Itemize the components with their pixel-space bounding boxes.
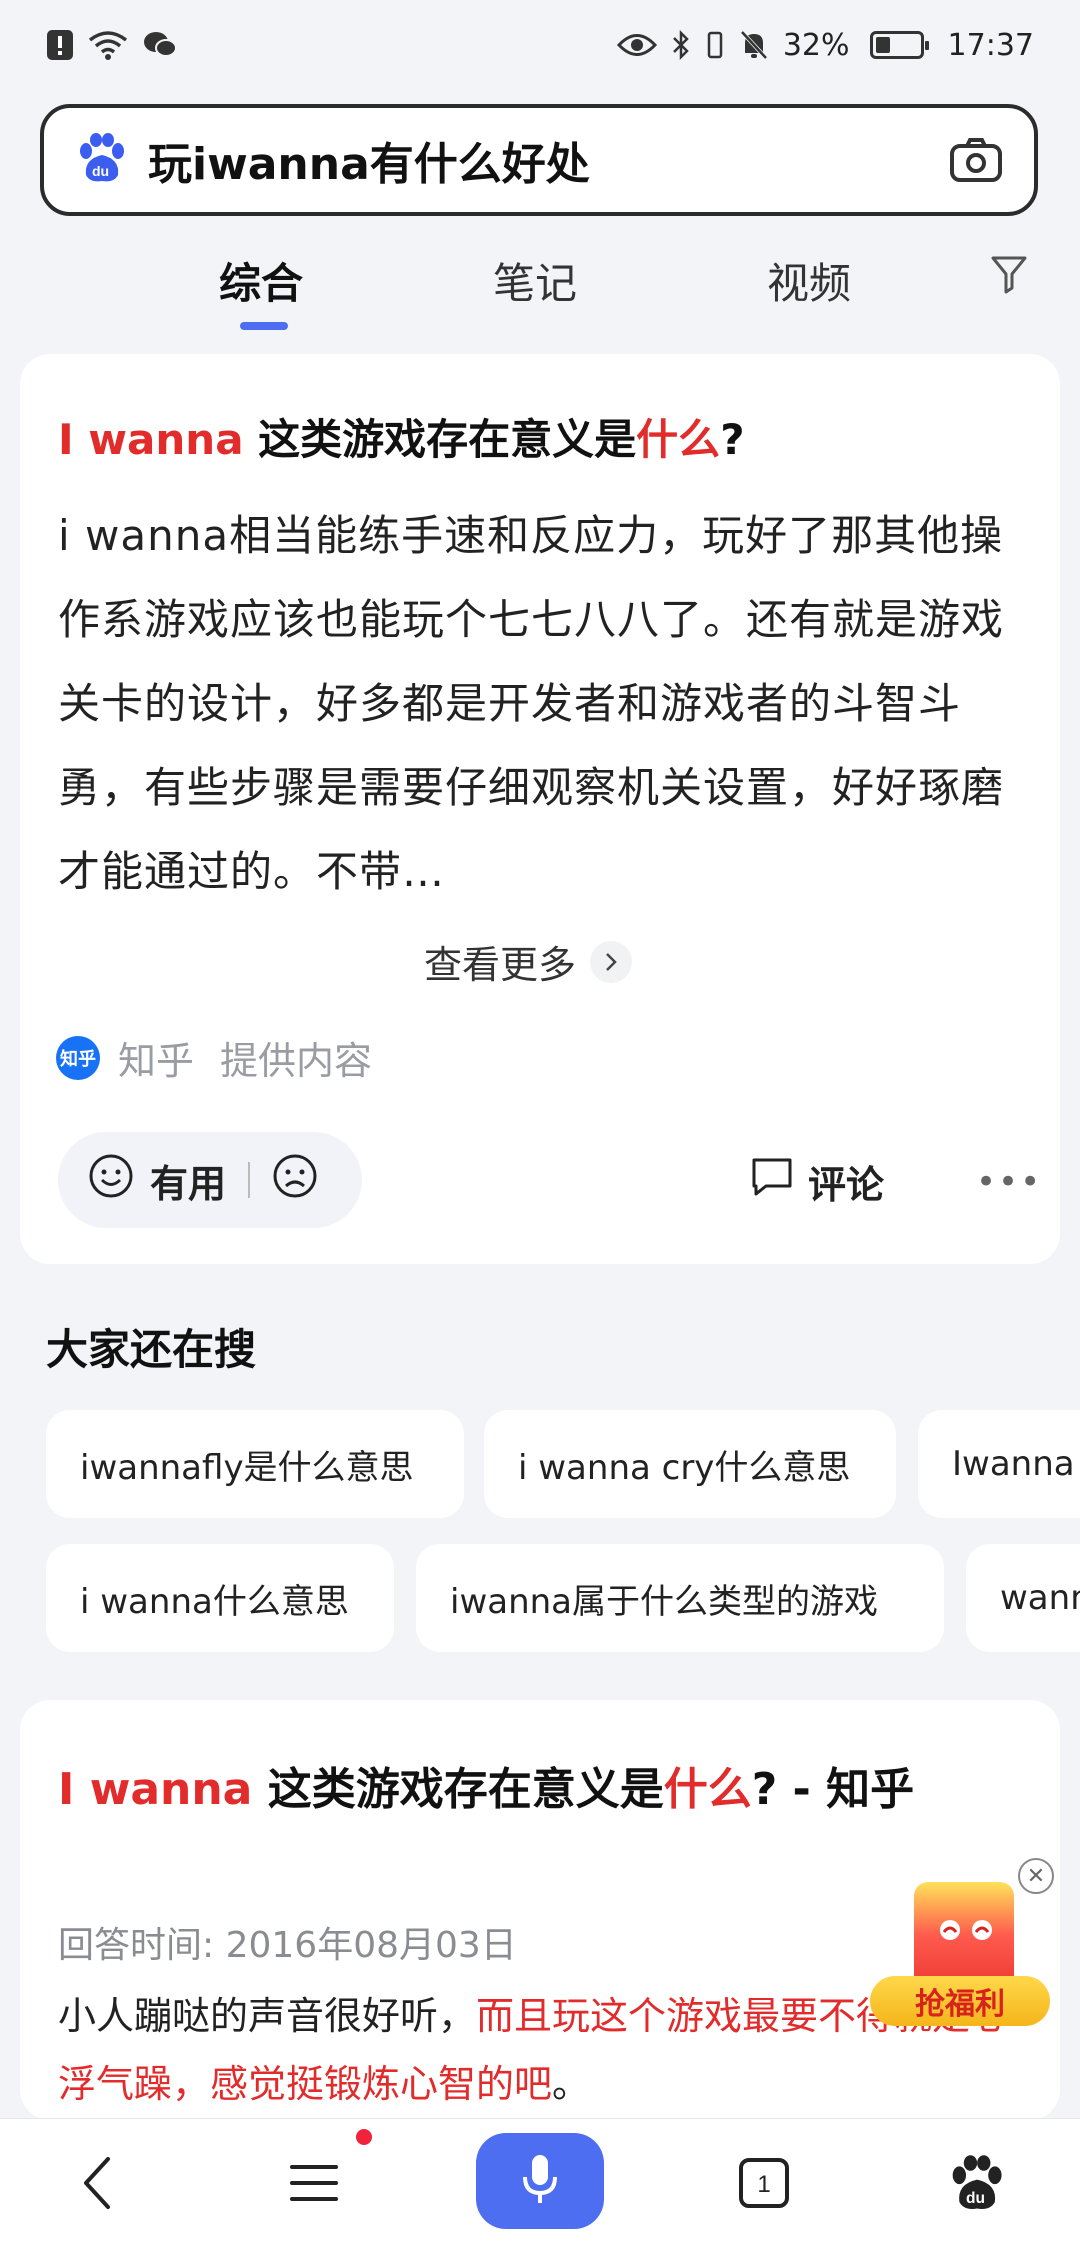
chevron-right-icon bbox=[590, 940, 633, 983]
result-tabs: 综合 笔记 视频 bbox=[0, 240, 1080, 340]
source-name: 知乎 bbox=[118, 1039, 195, 1083]
search-bar[interactable]: du 玩iwanna有什么好处 bbox=[40, 104, 1038, 216]
comment-button[interactable]: 评论 bbox=[750, 1154, 884, 1209]
comment-icon bbox=[750, 1156, 794, 1207]
bluetooth-icon bbox=[671, 29, 691, 61]
close-icon[interactable]: ✕ bbox=[1018, 1858, 1054, 1894]
source-suffix: 提供内容 bbox=[220, 1039, 373, 1083]
camera-icon[interactable] bbox=[948, 132, 1004, 188]
voice-search-button[interactable] bbox=[476, 2133, 604, 2229]
zhihu-logo: 知乎 bbox=[56, 1035, 100, 1080]
title-end: ? bbox=[720, 415, 745, 464]
promo-label[interactable]: 抢福利 bbox=[870, 1976, 1050, 2026]
related-chip[interactable]: Iwanna bbox=[918, 1410, 1080, 1518]
svg-text:du: du bbox=[966, 2190, 985, 2207]
eye-icon bbox=[616, 32, 657, 58]
tab-videos[interactable]: 视频 bbox=[767, 250, 851, 311]
menu-icon[interactable] bbox=[274, 2143, 354, 2223]
svg-text:du: du bbox=[92, 163, 109, 179]
title-keyword: I wanna bbox=[58, 415, 244, 464]
baidu-home-icon[interactable]: du bbox=[936, 2143, 1016, 2223]
promo-face bbox=[938, 1916, 994, 1952]
title-text: 这类游戏存在意义是 bbox=[252, 1764, 664, 1815]
wechat-icon bbox=[142, 30, 178, 60]
related-chip[interactable]: i wanna cry什么意思 bbox=[484, 1410, 896, 1518]
battery-percent: 32% bbox=[782, 27, 850, 63]
title-keyword-2: 什么 bbox=[663, 1764, 752, 1815]
tab-notes[interactable]: 笔记 bbox=[493, 250, 577, 311]
notification-alert-icon bbox=[46, 29, 74, 61]
mute-bell-icon bbox=[739, 29, 769, 61]
feedback-pill: 有用 bbox=[58, 1132, 362, 1228]
frown-icon[interactable] bbox=[272, 1153, 318, 1208]
divider bbox=[248, 1162, 251, 1198]
comment-label: 评论 bbox=[808, 1163, 885, 1207]
wifi-icon bbox=[88, 30, 128, 60]
back-icon[interactable] bbox=[58, 2143, 138, 2223]
title-text: 这类游戏存在意义是 bbox=[243, 415, 637, 464]
active-tab-indicator bbox=[240, 322, 288, 330]
answer-title[interactable]: I wanna 这类游戏存在意义是什么? bbox=[58, 406, 745, 467]
welfare-promo[interactable]: 抢福利 ✕ bbox=[870, 1858, 1054, 2032]
snippet-end: 。 bbox=[552, 2062, 591, 2106]
tab-count: 1 bbox=[757, 2171, 770, 2198]
useful-button[interactable]: 有用 bbox=[150, 1153, 226, 1208]
title-end: ? - 知乎 bbox=[751, 1764, 915, 1815]
status-bar: 32% 17:37 bbox=[0, 0, 1080, 90]
answer-card[interactable]: I wanna 这类游戏存在意义是什么? i wanna相当能练手速和反应力，玩… bbox=[20, 354, 1060, 1264]
more-options-icon[interactable]: ••• bbox=[976, 1162, 1042, 1202]
status-right: 32% 17:37 bbox=[616, 27, 1034, 63]
tabs-button[interactable]: 1 bbox=[724, 2143, 804, 2223]
related-chip[interactable]: iwanna属于什么类型的游戏 bbox=[416, 1544, 944, 1652]
snippet-text: 小人蹦哒的声音很好听， bbox=[58, 1994, 477, 2038]
clock-time: 17:37 bbox=[947, 27, 1034, 63]
source-attribution[interactable]: 知乎 知乎 提供内容 bbox=[56, 1030, 372, 1085]
result-title[interactable]: I wanna 这类游戏存在意义是什么? - 知乎 bbox=[58, 1756, 1028, 1824]
answer-time: 回答时间: 2016年08月03日 bbox=[58, 1925, 517, 1966]
microphone-icon bbox=[520, 2151, 560, 2211]
status-left bbox=[46, 29, 178, 61]
smile-icon[interactable] bbox=[88, 1153, 134, 1208]
answer-body: i wanna相当能练手速和反应力，玩好了那其他操作系游戏应该也能玩个七七八八了… bbox=[58, 511, 1005, 896]
related-chip[interactable]: iwannafly是什么意思 bbox=[46, 1410, 464, 1518]
related-chip[interactable]: i wanna什么意思 bbox=[46, 1544, 394, 1652]
related-searches-title: 大家还在搜 bbox=[46, 1325, 257, 1374]
notification-dot bbox=[356, 2129, 372, 2145]
vibrate-icon bbox=[705, 29, 725, 61]
bottom-nav: 1 du bbox=[0, 2118, 1080, 2244]
related-chip[interactable]: wann bbox=[966, 1544, 1080, 1652]
search-query[interactable]: 玩iwanna有什么好处 bbox=[148, 128, 948, 192]
tab-all[interactable]: 综合 bbox=[219, 250, 303, 311]
baidu-paw-icon: du bbox=[74, 131, 128, 189]
view-more-label: 查看更多 bbox=[424, 943, 577, 987]
title-keyword-2: 什么 bbox=[636, 415, 721, 464]
filter-icon[interactable] bbox=[990, 254, 1028, 298]
title-keyword: I wanna bbox=[58, 1764, 253, 1815]
view-more-link[interactable]: 查看更多 bbox=[424, 934, 633, 989]
battery-icon bbox=[869, 31, 929, 59]
